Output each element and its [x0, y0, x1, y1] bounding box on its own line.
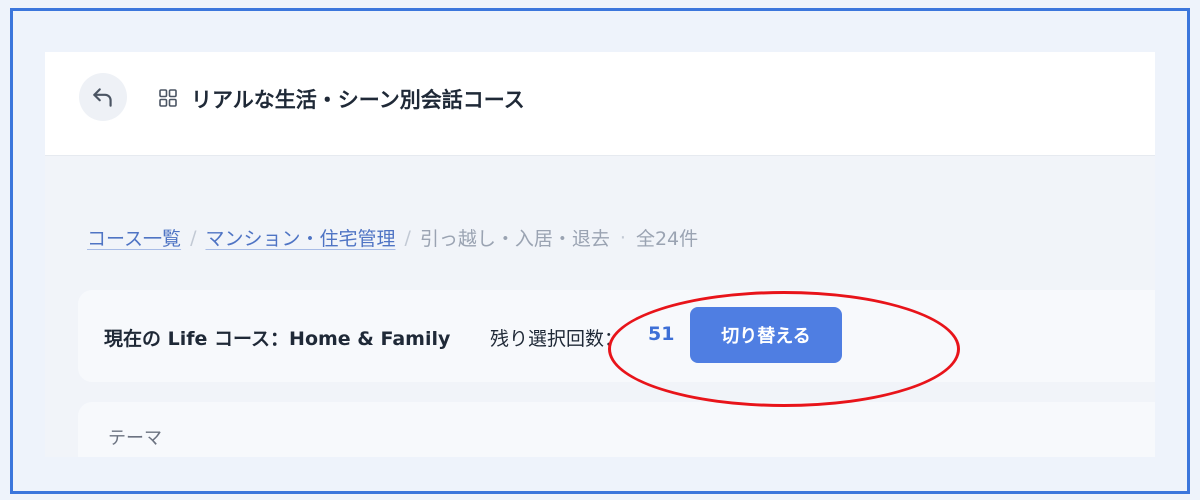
item-count: 全24件 [635, 228, 699, 250]
back-button[interactable] [79, 73, 127, 121]
theme-column-header: テーマ [108, 428, 162, 449]
breadcrumb-current: 引っ越し・入居・退去 [419, 228, 610, 250]
remaining-selections-count: 51 [648, 323, 675, 345]
breadcrumb-course-list-link[interactable]: コース一覧 [87, 224, 181, 251]
page-title: リアルな生活・シーン別会話コース [191, 88, 525, 112]
remaining-selections-label: 残り選択回数： [490, 328, 624, 350]
breadcrumb: コース一覧 / マンション・住宅管理 / 引っ越し・入居・退去 · 全24件 [87, 224, 698, 251]
header: リアルな生活・シーン別会話コース [45, 52, 1155, 156]
breadcrumb-separator: / [190, 226, 197, 249]
breadcrumb-dot: · [619, 226, 626, 249]
back-arrow-icon [93, 88, 112, 107]
grid-icon [159, 89, 177, 107]
current-course-label: 現在の Life コース：Home & Family [104, 328, 451, 350]
switch-course-button[interactable]: 切り替える [690, 307, 842, 363]
app-window: リアルな生活・シーン別会話コース コース一覧 / マンション・住宅管理 / 引っ… [45, 52, 1155, 457]
breadcrumb-housing-link[interactable]: マンション・住宅管理 [205, 224, 395, 251]
breadcrumb-separator: / [404, 226, 411, 249]
theme-table: テーマ [78, 402, 1155, 457]
course-card: 現在の Life コース：Home & Family 残り選択回数： 51 切り… [78, 290, 1155, 382]
